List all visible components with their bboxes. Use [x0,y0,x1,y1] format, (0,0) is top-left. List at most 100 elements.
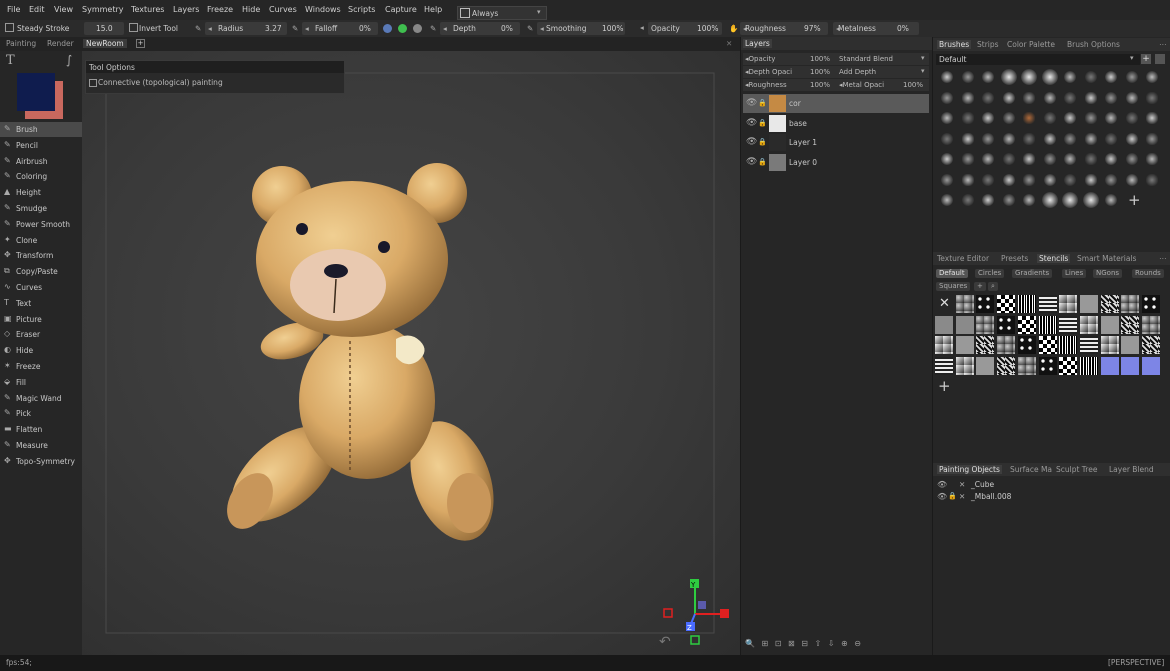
layer-row[interactable]: 👁 🔒 Layer 0 [743,153,929,172]
brush-thumbnail[interactable] [1084,132,1097,145]
add-room-icon[interactable]: + [136,39,145,48]
stencil-thumbnail[interactable] [955,315,974,334]
brush-thumbnail[interactable] [1041,69,1058,85]
brush-thumbnail[interactable] [961,91,974,104]
stencil-thumbnail[interactable] [1017,336,1036,354]
menu-curves[interactable]: Curves [269,5,297,14]
brush-thumbnail[interactable] [1064,132,1076,145]
layer-row[interactable]: 👁 🔒 base [743,114,929,133]
stencil-thumbnail[interactable] [1059,315,1078,334]
brush-thumbnail[interactable] [1146,173,1158,186]
menu-help[interactable]: Help [424,5,442,14]
brush-preset-select[interactable]: Default ▾ [936,54,1140,65]
tool-height[interactable]: ▲ Height [0,185,82,200]
tool-coloring[interactable]: ✎ Coloring [0,169,82,184]
brush-thumbnail[interactable] [1084,173,1097,186]
projection-mode[interactable]: [PERSPECTIVE] [1108,658,1164,667]
brush-thumbnail[interactable] [941,91,953,104]
no-stencil-icon[interactable]: ✕ [939,296,950,311]
lock-icon[interactable]: 🔒 [758,138,767,146]
more-icon[interactable]: ⋯ [1159,40,1167,49]
undo-icon[interactable]: ↶ [659,634,671,650]
tab-presets[interactable]: Presets [1001,254,1028,263]
stencil-thumbnail[interactable] [1059,295,1078,313]
brush-thumbnail[interactable] [1062,192,1078,208]
green-dot-icon[interactable] [398,24,407,33]
brush-thumbnail[interactable] [1064,173,1076,186]
gray-dot-icon[interactable] [413,24,422,33]
brush-thumbnail[interactable] [982,71,994,83]
brush-thumbnail[interactable] [1064,71,1076,83]
tab-newroom[interactable]: NewRoom [83,39,127,48]
tab-brushes[interactable]: Brushes [937,40,972,49]
menu-hide[interactable]: Hide [242,5,260,14]
brush-menu-icon[interactable] [1155,54,1165,64]
metalness-field[interactable]: ◂ Metalness 0% [833,22,919,35]
brush-thumbnail[interactable] [1125,153,1138,165]
brush-thumbnail[interactable] [1043,132,1056,145]
brush-thumbnail[interactable] [961,112,974,124]
brush-thumbnail[interactable] [1084,71,1097,83]
stencil-thumbnail[interactable] [955,356,974,375]
stencil-thumbnail[interactable] [935,315,953,334]
chip-lines[interactable]: Lines [1062,269,1087,278]
tool-clone[interactable]: ✦ Clone [0,233,82,248]
brush-thumbnail[interactable] [1041,192,1058,208]
brush-thumbnail[interactable] [982,112,994,124]
brush-thumbnail[interactable] [1043,153,1056,165]
chip-rounds[interactable]: Rounds [1132,269,1164,278]
stencil-thumbnail[interactable] [1079,315,1098,334]
brush-thumbnail[interactable] [982,91,994,104]
brush-thumbnail[interactable] [1146,112,1158,124]
brush-thumbnail[interactable] [1002,112,1015,124]
lock-icon[interactable]: 🔒 [758,99,767,107]
tool-eraser[interactable]: ◇ Eraser [0,327,82,342]
lock-icon[interactable]: 🔒 [758,158,767,166]
brush-thumbnail[interactable] [1002,153,1015,165]
eye-icon[interactable]: 👁 [937,492,947,501]
checkbox-icon[interactable] [5,23,14,32]
layer-row[interactable]: 👁 🔒 cor [743,94,929,113]
tool-topo-symmetry[interactable]: ✥ Topo-Symmetry [0,454,82,469]
falloff-field[interactable]: ◂ Falloff 0% [302,22,378,35]
lock-icon[interactable]: 🔒 [948,492,957,500]
chip-circles[interactable]: Circles [975,269,1005,278]
brush-thumbnail[interactable] [1146,153,1158,165]
brush-thumbnail[interactable] [1146,91,1158,104]
sphere-icon[interactable] [383,24,392,33]
stencil-thumbnail[interactable] [1142,336,1160,354]
add-brush-grid-icon[interactable]: + [1128,191,1141,209]
brush-thumbnail[interactable] [941,173,953,186]
tab-layer-blend[interactable]: Layer Blend [1109,465,1154,474]
brush-thumbnail[interactable] [982,194,994,206]
tab-brush-options[interactable]: Brush Options [1067,40,1120,49]
stencil-thumbnail[interactable] [955,336,974,354]
depth-field[interactable]: ◂ Depth 0% [440,22,520,35]
brush-thumbnail[interactable] [1125,71,1138,83]
eye-icon[interactable]: 👁 [937,480,947,489]
brush-thumbnail[interactable] [961,173,974,186]
tab-painting[interactable]: Painting [6,39,36,48]
tool-airbrush[interactable]: ✎ Airbrush [0,154,82,169]
depth-opacity-prop[interactable]: ◂Depth Opaci 100% Add Depth ▾ [743,66,929,78]
brush-tip-icon[interactable]: ∫ [66,53,72,67]
more-icon[interactable]: ⋯ [1159,254,1167,263]
tool-magic-wand[interactable]: ✎ Magic Wand [0,391,82,406]
steady-stroke-field[interactable]: 15.0 [84,22,124,35]
tab-render[interactable]: Render [47,39,74,48]
brush-thumbnail[interactable] [1064,153,1076,165]
opacity-field[interactable]: Opacity 100% [648,22,722,35]
brush-thumbnail[interactable] [1105,132,1117,145]
brush-thumbnail[interactable] [1125,173,1138,186]
tab-stencils[interactable]: Stencils [1037,254,1071,263]
search-icon[interactable]: ⌕ [988,282,998,291]
chip-gradients[interactable]: Gradients [1012,269,1053,278]
stencil-thumbnail[interactable] [1038,295,1057,313]
brush-thumbnail[interactable] [941,112,953,124]
stencil-thumbnail[interactable] [1038,336,1057,354]
brush-thumbnail[interactable] [1023,112,1035,124]
menu-scripts[interactable]: Scripts [348,5,375,14]
layers-tab[interactable]: Layers [743,39,772,48]
brush-thumbnail[interactable] [1105,71,1117,83]
close-icon[interactable]: ✕ [726,39,732,48]
